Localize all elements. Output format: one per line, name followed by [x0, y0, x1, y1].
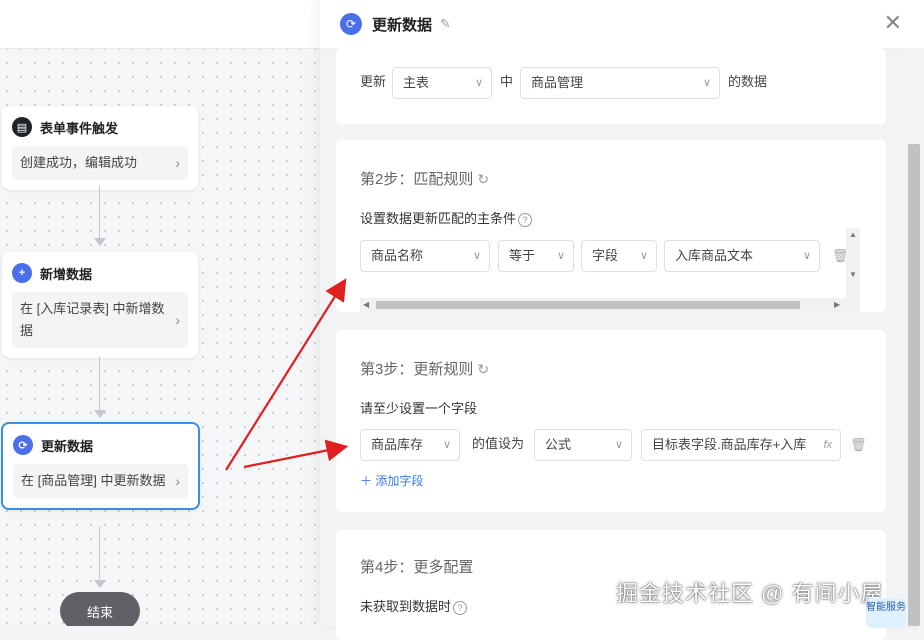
annotation-arrow — [225, 278, 347, 471]
annotation-arrows — [225, 278, 349, 471]
annotation-arrow — [243, 439, 349, 469]
